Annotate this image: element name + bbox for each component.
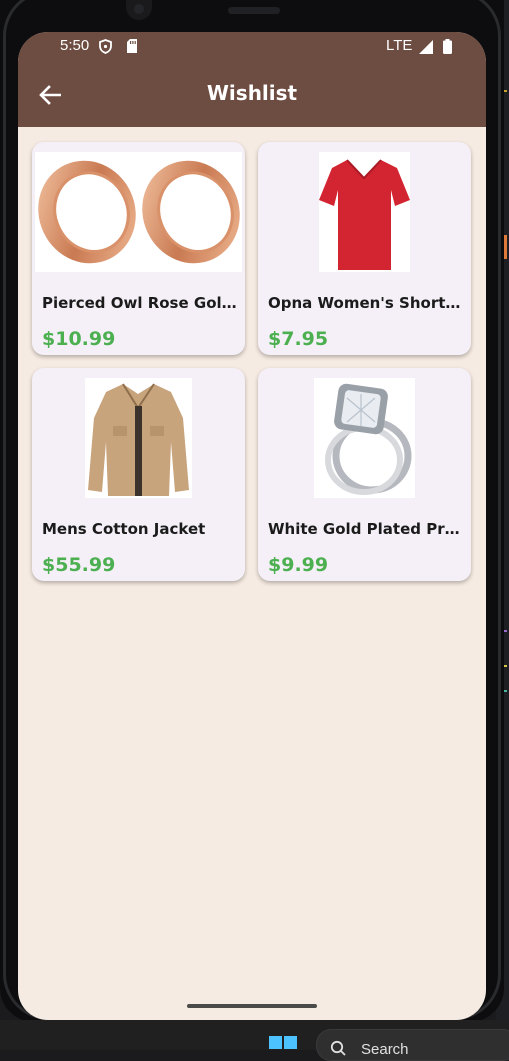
product-name: White Gold Plated Prin... xyxy=(268,520,464,538)
khaki-cotton-jacket-image xyxy=(85,378,192,498)
rose-gold-ear-tunnels-image xyxy=(35,152,242,272)
taskbar-search[interactable]: Search xyxy=(316,1029,509,1061)
network-type: LTE xyxy=(386,37,413,54)
wishlist-grid: Pierced Owl Rose Gold ... $10.99 Opna Wo… xyxy=(32,142,472,581)
home-indicator[interactable] xyxy=(187,1004,317,1008)
product-card[interactable]: Opna Women's Short Sl... $7.95 xyxy=(258,142,471,355)
app-screen: 5:50 LTE Wishlist Pierced Owl Rose Gold … xyxy=(18,32,486,1020)
product-card[interactable]: White Gold Plated Prin... $9.99 xyxy=(258,368,471,581)
search-icon xyxy=(330,1040,346,1056)
earpiece-speaker xyxy=(228,7,280,14)
shield-icon xyxy=(99,39,112,54)
product-price: $10.99 xyxy=(42,328,116,350)
red-vneck-tshirt-image xyxy=(319,152,410,272)
app-bar: 5:50 LTE Wishlist xyxy=(18,32,486,127)
product-name: Mens Cotton Jacket xyxy=(42,520,206,538)
phone-device: 5:50 LTE Wishlist Pierced Owl Rose Gold … xyxy=(0,0,504,1022)
battery-icon xyxy=(443,39,452,54)
status-time: 5:50 xyxy=(60,37,90,54)
diamond-ring-set-image xyxy=(314,378,415,498)
product-card[interactable]: Pierced Owl Rose Gold ... $10.99 xyxy=(32,142,245,355)
page-title: Wishlist xyxy=(206,81,298,105)
product-price: $9.99 xyxy=(268,554,329,576)
product-image-container xyxy=(258,151,471,273)
signal-icon xyxy=(419,40,433,54)
product-name: Pierced Owl Rose Gold ... xyxy=(42,294,238,312)
os-taskbar: Search xyxy=(0,1020,509,1061)
product-price: $55.99 xyxy=(42,554,116,576)
product-card[interactable]: Mens Cotton Jacket $55.99 xyxy=(32,368,245,581)
product-price: $7.95 xyxy=(268,328,329,350)
status-bar: 5:50 LTE xyxy=(18,32,486,62)
product-image-container xyxy=(32,377,245,499)
sim-card-icon xyxy=(127,39,137,53)
product-name: Opna Women's Short Sl... xyxy=(268,294,464,312)
windows-start-icon[interactable] xyxy=(269,1036,299,1050)
product-image-container xyxy=(258,377,471,499)
product-image-container xyxy=(32,151,245,273)
